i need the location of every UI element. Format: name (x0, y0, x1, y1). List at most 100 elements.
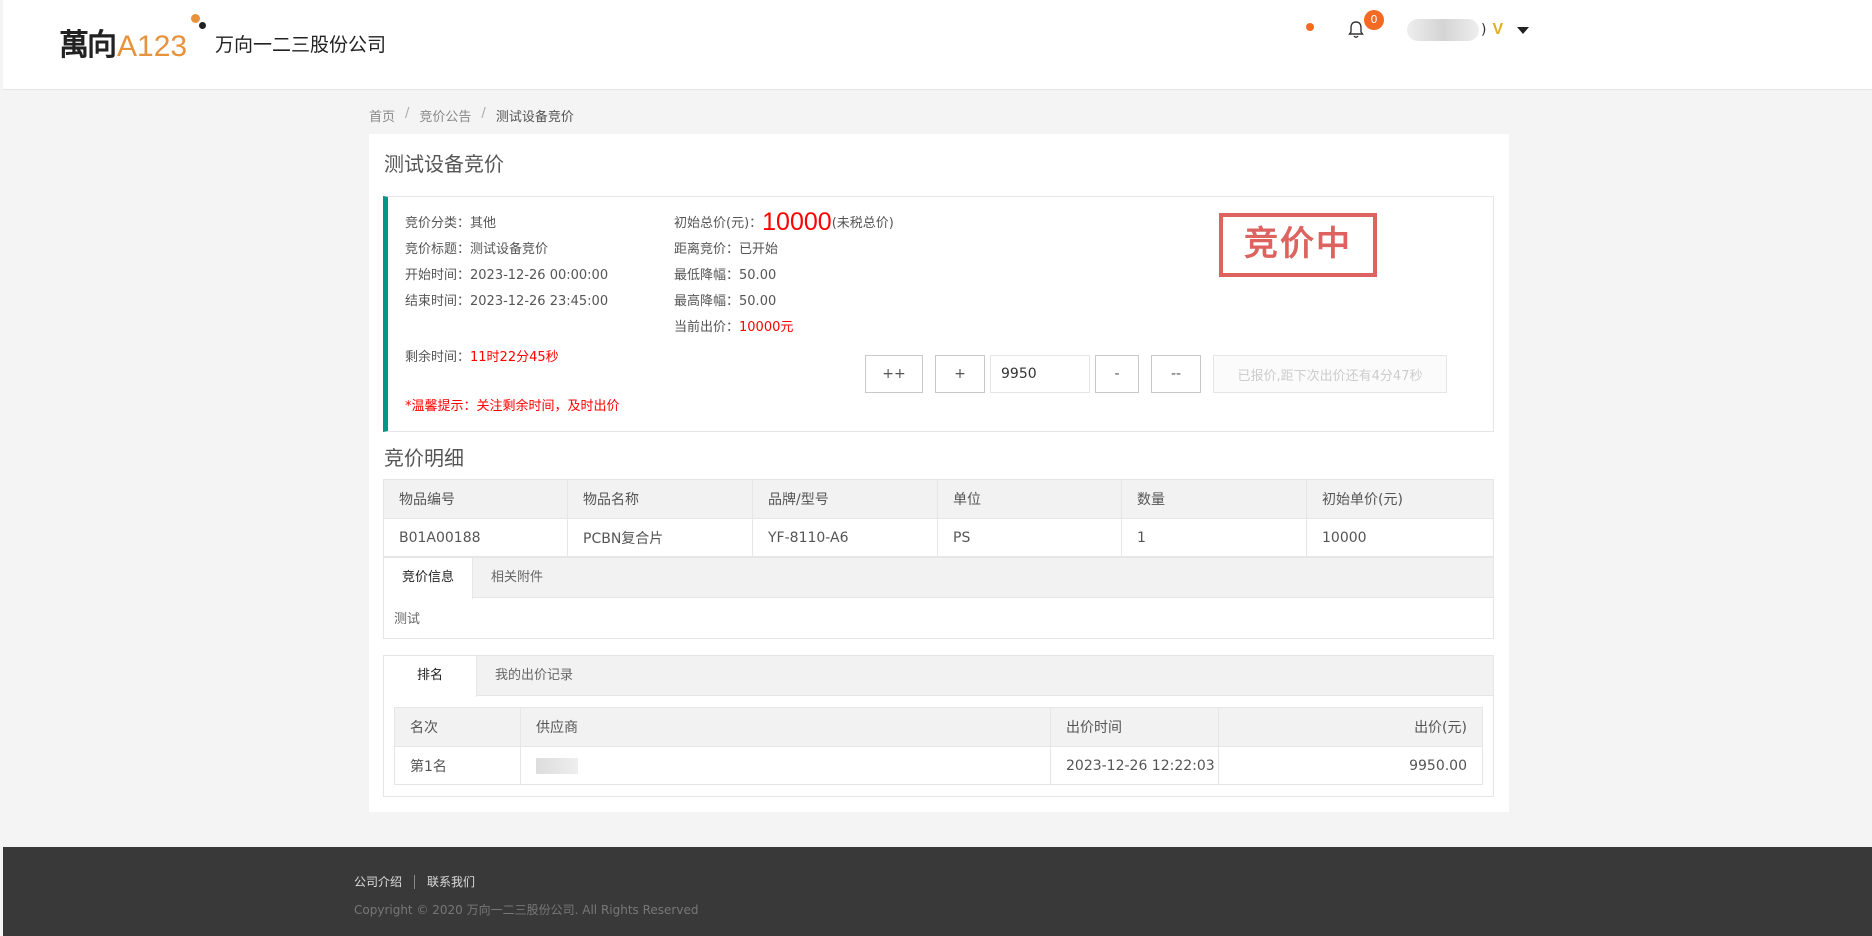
auction-info-panel: 竞价分类：其他 竞价标题：测试设备竞价 开始时间：2023-12-26 00:0… (383, 196, 1494, 432)
status-dot-icon (1306, 23, 1314, 31)
decrease-button[interactable]: - (1095, 355, 1139, 393)
footer: 公司介绍 联系我们 Copyright © 2020 万向一二三股份公司. Al… (3, 847, 1872, 936)
breadcrumb-home[interactable]: 首页 (369, 106, 395, 125)
breadcrumb-separator: / (405, 106, 410, 121)
remaining-time-row: 剩余时间：11时22分45秒 (405, 346, 559, 365)
column-header: 初始单价(元) (1306, 479, 1494, 519)
bid-amount-cell: 9950.00 (1218, 746, 1483, 785)
end-time-label: 结束时间： (405, 294, 471, 309)
items-table: 物品编号 物品名称 品牌/型号 单位 数量 初始单价(元) B01A00188 … (383, 479, 1494, 557)
column-header: 单位 (937, 479, 1122, 519)
user-name-suffix: ) (1481, 22, 1487, 38)
logo-kanji: 萬向 (59, 28, 117, 63)
start-time-row: 开始时间：2023-12-26 00:00:00 (405, 263, 608, 289)
bell-icon[interactable] (1347, 20, 1365, 40)
current-bid-row: 当前出价：10000元 (674, 315, 894, 341)
initial-total-row: 初始总价(元)：10000(未税总价) (674, 209, 894, 237)
bidding-status-stamp: 竞价中 (1219, 213, 1377, 277)
footer-links: 公司介绍 联系我们 (354, 873, 475, 890)
company-name: 万向一二三股份公司 (215, 34, 387, 56)
min-drop-row: 最低降幅：50.00 (674, 263, 894, 289)
table-cell: PS (937, 518, 1122, 557)
table-cell: PCBN复合片 (567, 518, 753, 557)
logo-dot-orange (191, 14, 200, 23)
user-menu[interactable]: ) V (1407, 18, 1530, 42)
current-bid-label: 当前出价： (674, 320, 740, 335)
end-time-row: 结束时间：2023-12-26 23:45:00 (405, 289, 608, 315)
decrease-large-button[interactable]: -- (1151, 355, 1201, 393)
tab-attachments[interactable]: 相关附件 (473, 558, 561, 598)
max-drop-row: 最高降幅：50.00 (674, 289, 894, 315)
items-table-header-row: 物品编号 物品名称 品牌/型号 单位 数量 初始单价(元) (383, 479, 1494, 519)
table-cell: B01A00188 (383, 518, 568, 557)
footer-divider (414, 874, 416, 889)
table-cell: 1 (1121, 518, 1307, 557)
breadcrumb-current: 测试设备竞价 (495, 110, 574, 125)
initial-total-note: (未税总价) (831, 216, 894, 231)
ranking-table: 名次 供应商 出价时间 出价(元) 第1名 2023-12-26 12:22:0… (394, 707, 1483, 785)
footer-link-about[interactable]: 公司介绍 (354, 873, 402, 890)
auction-info-left: 竞价分类：其他 竞价标题：测试设备竞价 开始时间：2023-12-26 00:0… (405, 211, 608, 315)
increase-large-button[interactable]: ++ (865, 355, 923, 393)
tab-my-bid-records[interactable]: 我的出价记录 (477, 656, 591, 696)
title-label: 竞价标题： (405, 242, 471, 257)
tab-ranking[interactable]: 排名 (384, 656, 478, 697)
category-label: 竞价分类： (405, 216, 471, 231)
distance-value: 已开始 (739, 242, 779, 257)
max-drop-label: 最高降幅： (674, 294, 740, 309)
breadcrumb-announcements[interactable]: 竞价公告 (419, 106, 471, 125)
auction-info-middle: 初始总价(元)：10000(未税总价) 距离竞价：已开始 最低降幅：50.00 … (674, 209, 894, 341)
logo-dot-black (199, 22, 206, 29)
submit-bid-button[interactable]: 已报价,距下次出价还有4分47秒 (1213, 355, 1447, 393)
top-header: 萬向 A123 万向一二三股份公司 0 ) V (3, 0, 1872, 90)
max-drop-value: 50.00 (739, 294, 777, 309)
table-cell: YF-8110-A6 (752, 518, 938, 557)
tab-content: 测试 (394, 612, 421, 627)
initial-total-label: 初始总价(元)： (674, 216, 763, 231)
table-row: 第1名 2023-12-26 12:22:03 9950.00 (394, 746, 1483, 785)
table-row: B01A00188 PCBN复合片 YF-8110-A6 PS 1 10000 (383, 518, 1494, 557)
breadcrumb-separator: / (481, 106, 486, 121)
company-logo[interactable]: 萬向 A123 (59, 14, 206, 64)
column-header: 出价时间 (1050, 707, 1219, 747)
rank-cell: 第1名 (394, 746, 521, 785)
column-header: 名次 (394, 707, 521, 747)
supplier-cell (520, 746, 1051, 785)
min-drop-value: 50.00 (739, 268, 777, 283)
vip-icon: V (1492, 21, 1504, 38)
footer-link-contact[interactable]: 联系我们 (427, 873, 475, 890)
min-drop-label: 最低降幅： (674, 268, 740, 283)
start-time-value: 2023-12-26 00:00:00 (470, 268, 609, 283)
page-title: 测试设备竞价 (384, 152, 504, 176)
logo-a123: A123 (117, 30, 188, 63)
title-value: 测试设备竞价 (470, 242, 549, 257)
tab-bidding-info[interactable]: 竞价信息 (384, 558, 474, 599)
category-value: 其他 (470, 216, 497, 231)
distance-label: 距离竞价： (674, 242, 740, 257)
warm-tip: *温馨提示：关注剩余时间，及时出价 (405, 399, 620, 414)
ranking-header-row: 名次 供应商 出价时间 出价(元) (394, 707, 1483, 747)
avatar (1407, 19, 1479, 41)
detail-section-title: 竞价明细 (384, 446, 464, 470)
initial-total-value: 10000 (762, 208, 832, 236)
notification-badge: 0 (1364, 10, 1384, 30)
copyright: Copyright © 2020 万向一二三股份公司. All Rights R… (354, 903, 699, 917)
breadcrumb: 首页 / 竞价公告 / 测试设备竞价 (369, 106, 574, 125)
end-time-value: 2023-12-26 23:45:00 (470, 294, 609, 309)
column-header: 物品编号 (383, 479, 568, 519)
increase-button[interactable]: + (935, 355, 985, 393)
caret-down-icon[interactable] (1517, 26, 1530, 34)
column-header: 供应商 (520, 707, 1051, 747)
bid-controls: ++ + - -- 已报价,距下次出价还有4分47秒 (865, 355, 1447, 393)
bid-time-cell: 2023-12-26 12:22:03 (1050, 746, 1219, 785)
column-header: 出价(元) (1218, 707, 1483, 747)
bid-amount-input[interactable] (990, 355, 1090, 393)
column-header: 品牌/型号 (752, 479, 938, 519)
main-content: 测试设备竞价 竞价分类：其他 竞价标题：测试设备竞价 开始时间：2023-12-… (369, 134, 1509, 812)
column-header: 物品名称 (567, 479, 753, 519)
current-bid-value: 10000元 (739, 320, 794, 335)
info-tabbar: 竞价信息 相关附件 (384, 558, 1493, 599)
info-tabs: 竞价信息 相关附件 测试 (383, 557, 1494, 639)
ranking-tabbar: 排名 我的出价记录 (384, 656, 1493, 697)
start-time-label: 开始时间： (405, 268, 471, 283)
